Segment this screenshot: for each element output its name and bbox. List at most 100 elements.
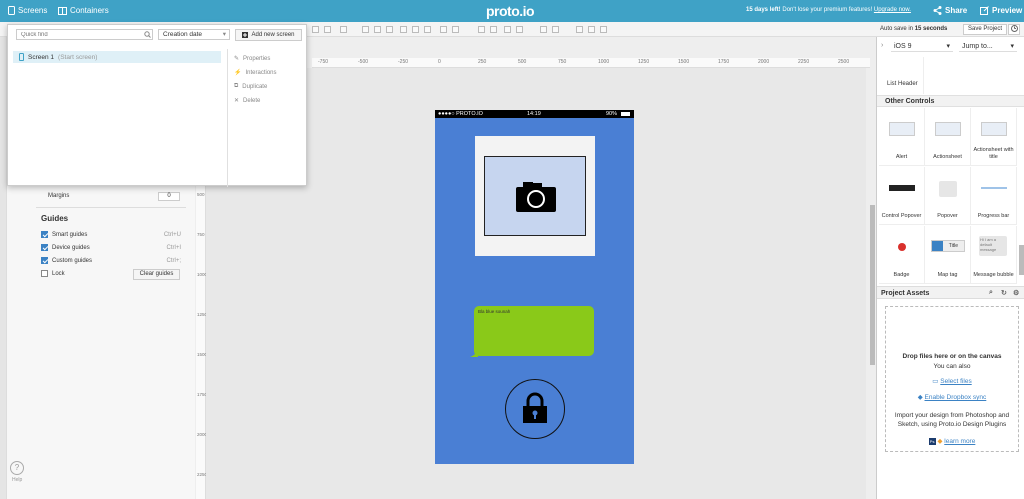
jump-to-select[interactable]: Jump to... ▾ (959, 41, 1017, 52)
lock-icon (523, 392, 547, 423)
screen-list-item[interactable]: Screen 1 (Start screen) (13, 51, 221, 63)
guide-custom[interactable]: Custom guides Ctrl+; (41, 257, 181, 264)
control-actionsheet[interactable]: Actionsheet (925, 108, 971, 166)
select-files-label: Select files (940, 378, 972, 385)
share-button[interactable]: Share (933, 6, 967, 15)
search-icon[interactable]: ⌕ (989, 289, 993, 297)
bring-forward-icon[interactable] (504, 26, 511, 33)
photoshop-icon: Ps (928, 438, 936, 445)
redo-icon[interactable] (324, 26, 331, 33)
quick-find-input[interactable] (16, 29, 153, 40)
ruler-tick-label: 2250 (798, 59, 810, 65)
control-popover[interactable]: Popover (925, 167, 971, 225)
zoom-out-icon[interactable] (588, 26, 595, 33)
canvas-scrollbar[interactable] (870, 205, 875, 365)
distribute-v-icon[interactable] (452, 26, 459, 33)
chevron-right-icon[interactable]: › (881, 42, 883, 49)
control-label: Alert (895, 154, 908, 160)
divider (36, 207, 186, 208)
align-right-icon[interactable] (386, 26, 393, 33)
guide-smart[interactable]: Smart guides Ctrl+U (41, 231, 181, 238)
learn-more-link[interactable]: Ps ◆ learn more (886, 437, 1018, 445)
send-back-icon[interactable] (516, 26, 523, 33)
ruler-tick-label: 750 (558, 59, 567, 65)
zoom-fit-icon[interactable] (600, 26, 607, 33)
preview-button[interactable]: Preview (980, 6, 1022, 15)
hide-layer-icon[interactable] (552, 26, 559, 33)
ungroup-icon[interactable] (490, 26, 497, 33)
control-label: Control Popover (881, 213, 922, 219)
duplicate-icon: ⧉ (234, 83, 239, 89)
control-label: Actionsheet (933, 154, 962, 160)
menu-item-label: Interactions (245, 69, 277, 76)
ruler-tick-label: -750 (318, 59, 329, 65)
undo-icon[interactable] (312, 26, 319, 33)
guide-label: Lock (52, 270, 65, 277)
ruler-tick-label: 250 (478, 59, 487, 65)
ruler-tick-label: 1750 (718, 59, 730, 65)
guide-device[interactable]: Device guides Ctrl+I (41, 244, 181, 251)
group-icon[interactable] (478, 26, 485, 33)
control-popover-control[interactable]: Control Popover (879, 167, 925, 225)
save-project-button[interactable]: Save Project (963, 24, 1007, 35)
menu-item-label: Delete (243, 97, 261, 104)
control-map-tag[interactable]: Title Map tag (925, 226, 971, 284)
sort-select[interactable]: Creation date ▾ (158, 29, 230, 40)
image-area (484, 156, 586, 236)
clear-guides-button[interactable]: Clear guides (133, 269, 180, 280)
lock-guides-checkbox[interactable] (41, 270, 48, 277)
align-left-icon[interactable] (362, 26, 369, 33)
ios-selected: iOS 9 (894, 42, 912, 50)
device-guides-checkbox[interactable] (41, 244, 48, 251)
control-alert[interactable]: Alert (879, 108, 925, 166)
menu-properties[interactable]: ✎ Properties (234, 55, 270, 63)
custom-guides-checkbox[interactable] (41, 257, 48, 264)
smart-guides-checkbox[interactable] (41, 231, 48, 238)
ios-version-select[interactable]: iOS 9 ▾ (891, 41, 953, 52)
image-placeholder[interactable] (475, 136, 595, 256)
align-center-icon[interactable] (374, 26, 381, 33)
asset-drop-zone[interactable]: Drop files here or on the canvas You can… (885, 306, 1019, 452)
divider (923, 57, 924, 94)
align-middle-icon[interactable] (412, 26, 419, 33)
add-new-screen-button[interactable]: Add new screen (235, 29, 302, 41)
panel-scrollbar[interactable] (1019, 245, 1024, 275)
containers-tab[interactable]: Containers (58, 6, 109, 15)
status-time: 14:19 (527, 111, 541, 117)
menu-interactions[interactable]: ⚡ Interactions (234, 69, 277, 77)
control-progress-bar[interactable]: Progress bar (971, 167, 1017, 225)
guide-shortcut: Ctrl+; (166, 257, 181, 264)
distribute-h-icon[interactable] (440, 26, 447, 33)
refresh-icon[interactable]: ↻ (1001, 289, 1007, 297)
menu-item-label: Duplicate (242, 83, 268, 90)
menu-duplicate[interactable]: ⧉ Duplicate (234, 83, 267, 90)
align-bottom-icon[interactable] (424, 26, 431, 33)
undo-alt-icon[interactable] (340, 26, 347, 33)
dropbox-sync-label: Enable Dropbox sync (924, 394, 987, 401)
control-message-bubble[interactable]: Hi I am a default message Message bubble (971, 226, 1017, 284)
ruler-tick-label: 750 (197, 232, 205, 237)
zoom-in-icon[interactable] (576, 26, 583, 33)
margins-input[interactable]: 0 (158, 192, 180, 201)
select-files-link[interactable]: ▭ Select files (886, 377, 1018, 385)
menu-delete[interactable]: ✕ Delete (234, 97, 261, 105)
guide-label: Custom guides (52, 257, 93, 264)
battery-text: 90% (606, 111, 618, 117)
control-badge[interactable]: Badge (879, 226, 925, 284)
chevron-down-icon: ▾ (1010, 43, 1014, 50)
screens-tab[interactable]: Screens (8, 6, 47, 15)
help-icon[interactable]: ? (10, 461, 24, 475)
phone-screen[interactable]: ●●●●○ PROTO.IO 14:19 90% Bla blue sounah (435, 110, 634, 464)
history-button[interactable] (1008, 24, 1020, 35)
dropbox-sync-link[interactable]: ◆ Enable Dropbox sync (886, 393, 1018, 401)
map-tag-title: Title (948, 243, 958, 249)
lock-button[interactable] (505, 379, 565, 439)
settings-icon[interactable]: ⚙ (1013, 289, 1019, 297)
camera-icon (516, 182, 556, 212)
upgrade-link[interactable]: Upgrade now. (874, 7, 911, 13)
phone-icon (8, 6, 15, 15)
message-bubble[interactable]: Bla blue sounah (470, 306, 594, 357)
lock-layer-icon[interactable] (540, 26, 547, 33)
control-actionsheet-title[interactable]: Actionsheet with title (971, 108, 1017, 166)
align-top-icon[interactable] (400, 26, 407, 33)
